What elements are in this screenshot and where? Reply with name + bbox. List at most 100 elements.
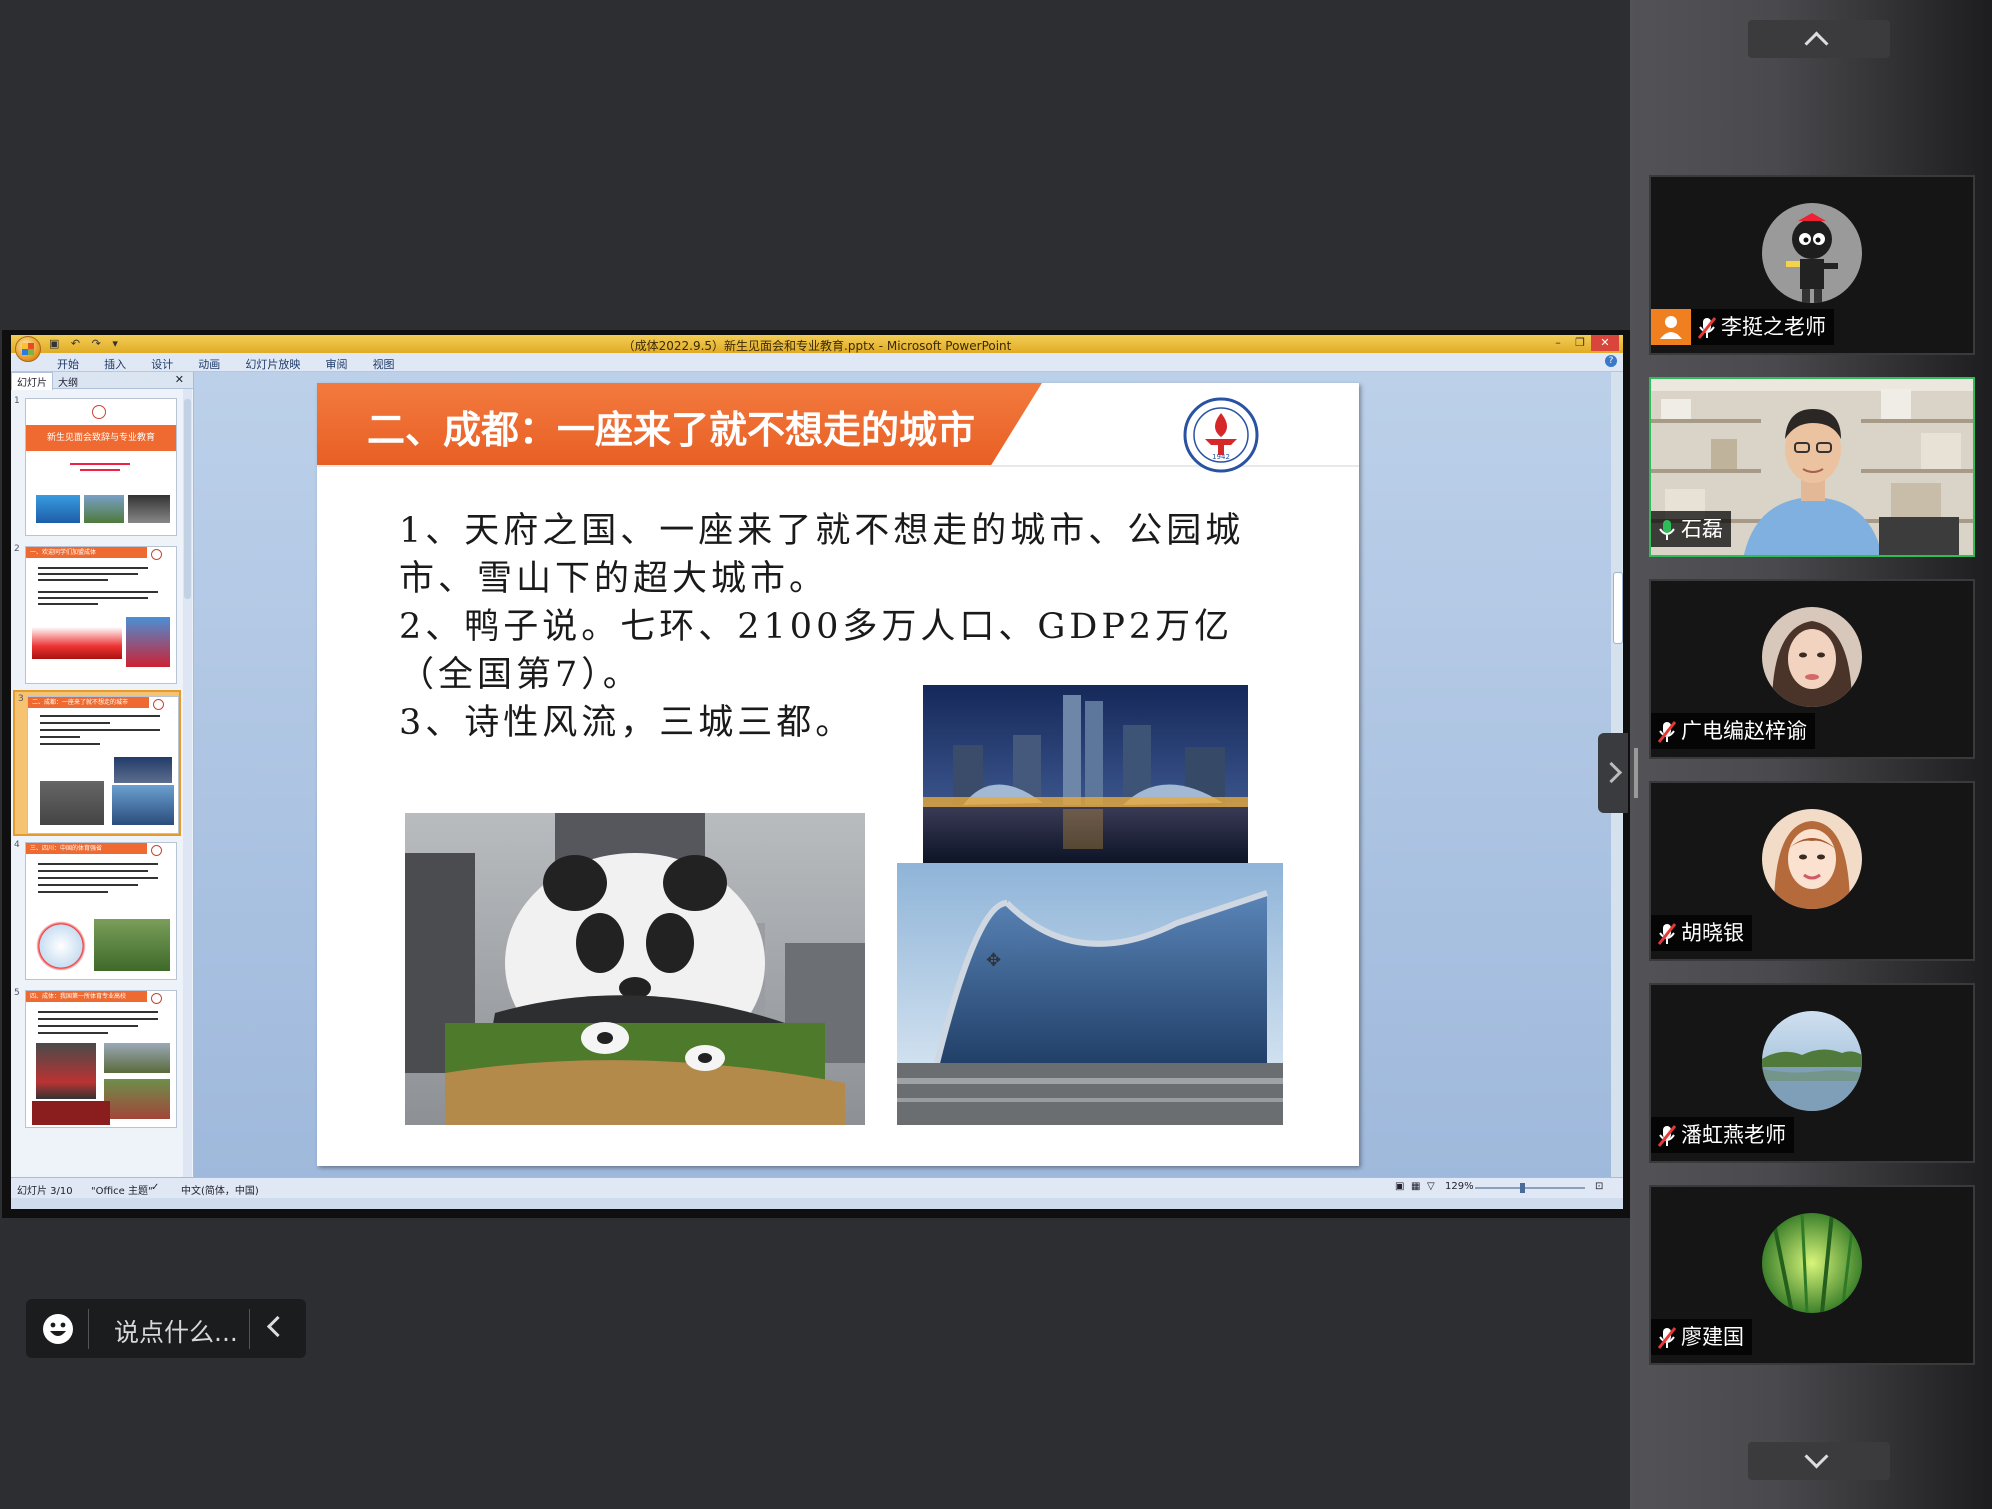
participant-tile-active[interactable]: 石磊 [1649,377,1975,557]
participant-name-tag: 李挺之老师 [1651,309,1834,345]
zoom-slider[interactable] [1475,1187,1585,1189]
powerpoint-window: ▣ ↶ ↷ ▾ （成体2022.9.5）新生见面会和专业教育.pptx - Mi… [11,335,1623,1209]
tab-view[interactable]: 视图 [373,356,395,372]
logo-year: 1942 [1212,453,1230,461]
collapse-chevron-icon[interactable] [266,1315,289,1338]
ppt-window-title: （成体2022.9.5）新生见面会和专业教育.pptx - Microsoft … [622,339,1012,353]
view-sorter-icon[interactable]: ▦ [1411,1181,1420,1192]
close-icon[interactable]: ✕ [170,372,189,387]
status-slide-count: 幻灯片 3/10 [17,1186,73,1197]
photo-panda-sculpture [405,813,865,1125]
thumb-number: 4 [14,840,20,850]
school-logo-icon: 1942 [1183,397,1259,473]
slide-line-1: 1、天府之国、一座来了就不想走的城市、公园城市、雪山下的超大城市。 [399,511,1245,599]
tab-outline[interactable]: 大纲 [53,373,83,390]
close-icon[interactable]: ✕ [1591,335,1619,351]
thumb-number: 1 [14,396,20,406]
panel-splitter[interactable] [1634,748,1638,798]
chevron-up-icon [1804,31,1829,56]
move-cursor-icon: ✥ [986,950,1002,971]
thumb-number: 3 [18,694,24,704]
mic-muted-icon [1657,1325,1677,1349]
scroll-up-button[interactable] [1748,20,1890,58]
mic-muted-icon [1697,315,1717,339]
participant-tile[interactable]: 潘虹燕老师 [1649,983,1975,1163]
office-button-icon[interactable] [15,336,41,362]
avatar [1762,809,1862,909]
help-icon[interactable]: ? [1605,355,1617,367]
participant-name-tag: 胡晓银 [1651,915,1752,951]
tab-review[interactable]: 审阅 [325,356,347,372]
emoji-icon[interactable] [42,1313,74,1345]
participant-name: 石磊 [1681,517,1723,541]
mic-active-icon [1657,517,1677,541]
participant-tile[interactable]: 广电编赵梓谕 [1649,579,1975,759]
participant-name: 广电编赵梓谕 [1681,719,1807,743]
avatar [1762,607,1862,707]
slide-thumbnail[interactable]: 2 一、欢迎同学们加盟成体 [11,542,183,688]
chevron-right-icon [1600,761,1623,784]
slide-thumbnail[interactable]: 1 新生见面会致辞与专业教育 [11,394,183,540]
status-bar: 幻灯片 3/10 "Office 主题" ✓ 中文(简体，中国) ▣ ▦ ▽ 1… [11,1177,1623,1198]
mic-muted-icon [1657,719,1677,743]
tab-animation[interactable]: 动画 [198,356,220,372]
panel-tabs: 幻灯片 大纲 ✕ [11,372,193,390]
tab-slideshow[interactable]: 幻灯片放映 [245,356,300,372]
slide[interactable]: 二、成都：一座来了就不想走的城市 1942 1、天府之国、一座来了就不想走的城市… [317,383,1359,1166]
chat-input[interactable]: 说点什么... [114,1313,238,1349]
participant-name: 廖建国 [1681,1325,1744,1349]
view-slideshow-icon[interactable]: ▽ [1427,1181,1435,1192]
avatar [1762,1213,1862,1313]
thumbnail-scrollbar[interactable] [183,389,192,1177]
thumb-title: 新生见面会致辞与专业教育 [26,425,176,451]
photo-global-center [897,863,1283,1125]
thumb-title: 一、欢迎同学们加盟成体 [26,547,147,558]
ribbon-tabs: 开始 插入 设计 动画 幻灯片放映 审阅 视图 ? [11,353,1623,372]
thumb-title: 三、四川：中国的体育强省 [26,843,147,854]
chevron-down-icon [1804,1444,1829,1469]
mic-muted-icon [1657,921,1677,945]
slide-thumbnail[interactable]: 4 三、四川：中国的体育强省 [11,838,183,984]
tab-slides[interactable]: 幻灯片 [11,372,53,390]
restore-icon[interactable]: ❐ [1569,335,1591,351]
thumb-title: 二、成都：一座来了就不想走的城市 [28,697,149,708]
divider [88,1309,89,1349]
zoom-level[interactable]: 129% [1445,1181,1474,1192]
slide-title: 二、成都：一座来了就不想走的城市 [367,408,976,452]
participant-name-tag: 廖建国 [1651,1319,1752,1355]
participant-name: 李挺之老师 [1721,315,1826,339]
window-controls: – ❐ ✕ [1547,335,1619,353]
tab-home[interactable]: 开始 [57,356,79,372]
slide-thumbnail[interactable]: 5 四、成体：我国第一所体育专业高校 [11,986,183,1132]
status-theme: "Office 主题" [91,1186,153,1197]
view-normal-icon[interactable]: ▣ [1395,1181,1404,1192]
divider [249,1309,250,1349]
participant-name-tag: 潘虹燕老师 [1651,1117,1794,1153]
participant-name: 潘虹燕老师 [1681,1123,1786,1147]
thumb-title: 四、成体：我国第一所体育专业高校 [26,991,147,1002]
participant-tile[interactable]: 廖建国 [1649,1185,1975,1365]
zoom-slider-handle[interactable] [1520,1183,1525,1193]
shared-screen: ▣ ↶ ↷ ▾ （成体2022.9.5）新生见面会和专业教育.pptx - Mi… [2,330,1630,1218]
slide-thumbnail-panel: 幻灯片 大纲 ✕ 1 新生见面会致辞与专业教育 2 一、欢迎同学们加盟成体 3 … [11,372,194,1177]
minimize-icon[interactable]: – [1547,335,1569,351]
avatar [1762,203,1862,303]
expand-panel-handle[interactable] [1598,733,1628,813]
status-language: 中文(简体，中国) [181,1186,259,1197]
scroll-down-button[interactable] [1748,1442,1890,1480]
host-user-icon [1651,309,1691,345]
fit-window-icon[interactable]: ⊡ [1595,1181,1603,1192]
participant-name: 胡晓银 [1681,921,1744,945]
tab-design[interactable]: 设计 [151,356,173,372]
participant-gallery: 李挺之老师 石磊 广电编赵梓谕 胡晓银 潘虹燕老师 廖建国 [1630,0,1992,1509]
mic-muted-icon [1657,1123,1677,1147]
chat-bar: 说点什么... [26,1299,306,1358]
tab-insert[interactable]: 插入 [104,356,126,372]
slide-thumbnail-selected[interactable]: 3 二、成都：一座来了就不想走的城市 [13,690,181,836]
avatar [1762,1011,1862,1111]
participant-tile[interactable]: 李挺之老师 [1649,175,1975,355]
slide-edit-area: 二、成都：一座来了就不想走的城市 1942 1、天府之国、一座来了就不想走的城市… [194,372,1623,1177]
zoom-control[interactable]: ▣ ▦ ▽ 129% ⊡ [1395,1181,1615,1195]
participant-name-tag: 石磊 [1651,511,1731,547]
participant-tile[interactable]: 胡晓银 [1649,781,1975,961]
